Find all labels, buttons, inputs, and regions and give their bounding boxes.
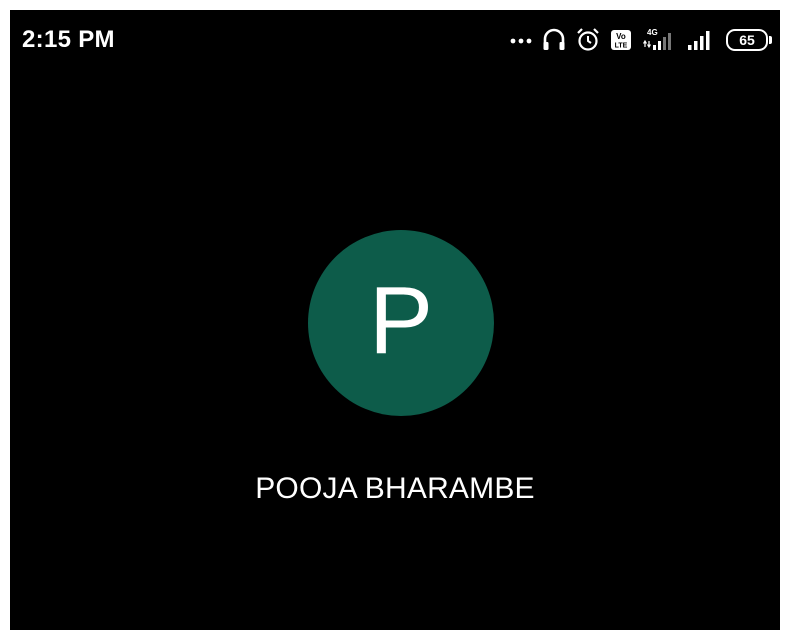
avatar: P [308, 230, 494, 416]
avatar-initial: P [368, 267, 434, 374]
volte-icon: Vo LTE [610, 29, 632, 51]
alarm-icon [576, 27, 600, 53]
battery-tip [769, 36, 772, 44]
svg-text:Vo: Vo [616, 32, 626, 41]
headphones-icon [542, 27, 566, 53]
contact-name: POOJA BHARAMBE [255, 472, 535, 505]
battery-icon: 65 [726, 29, 772, 51]
battery-level: 65 [726, 29, 768, 51]
status-icons: Vo LTE 4G 65 [510, 22, 772, 58]
more-dots-icon [510, 35, 532, 45]
status-time: 2:15 PM [22, 26, 115, 53]
signal-icon [686, 28, 716, 52]
svg-text:LTE: LTE [615, 43, 628, 50]
call-screen: 2:15 PM Vo LTE 4G 65 P POOJA BHARAMBE [10, 10, 780, 630]
signal-4g-icon: 4G [642, 27, 676, 53]
status-bar: 2:15 PM Vo LTE 4G 65 [10, 10, 780, 70]
svg-text:4G: 4G [647, 28, 658, 37]
